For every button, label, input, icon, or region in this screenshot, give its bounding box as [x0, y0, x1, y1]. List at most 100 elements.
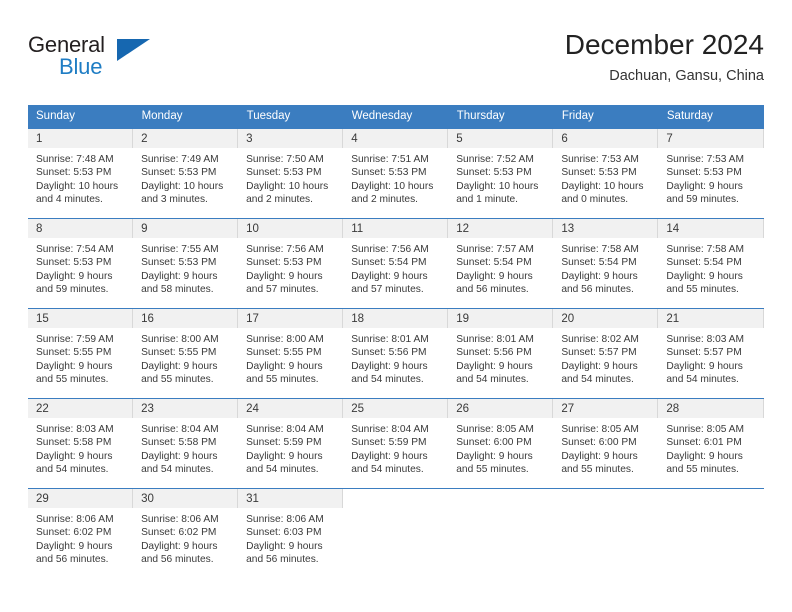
calendar-day-cell[interactable]: 4 Sunrise: 7:51 AM Sunset: 5:53 PM Daylight… — [343, 128, 449, 219]
day-number: 14 — [658, 219, 764, 238]
daylight-text: Daylight: 9 hours and 54 minutes. — [561, 360, 638, 386]
day-cell-content: 30 Sunrise: 8:06 AM Sunset: 6:02 PM Dayligh… — [133, 489, 239, 578]
day-cell-content: 1 Sunrise: 7:48 AM Sunset: 5:53 PM Daylight… — [28, 129, 134, 218]
calendar-day-cell[interactable]: 22 Sunrise: 8:03 AM Sunset: 5:58 PM Dayligh… — [28, 398, 134, 489]
sunset-text: Sunset: 5:57 PM — [666, 347, 742, 359]
day-number: 4 — [343, 129, 449, 148]
calendar-day-cell[interactable]: 25 Sunrise: 8:04 AM Sunset: 5:59 PM Dayligh… — [343, 398, 449, 489]
weekday-header-saturday: Saturday — [658, 105, 765, 129]
calendar-day-cell[interactable]: 17 Sunrise: 8:00 AM Sunset: 5:55 PM Dayligh… — [238, 308, 344, 399]
calendar-day-cell[interactable]: 21 Sunrise: 8:03 AM Sunset: 5:57 PM Dayligh… — [658, 308, 764, 399]
calendar-page: General Blue December 2024 Dachuan, Gans… — [0, 0, 792, 612]
calendar-day-cell[interactable]: 14 Sunrise: 7:58 AM Sunset: 5:54 PM Dayligh… — [658, 218, 764, 309]
day-sun-info: Sunrise: 8:03 AM Sunset: 5:58 PM Daylight:… — [28, 418, 133, 477]
day-number: 16 — [133, 309, 239, 328]
calendar-day-cell[interactable]: 7 Sunrise: 7:53 AM Sunset: 5:53 PM Daylight… — [658, 128, 764, 219]
day-cell-content: 20 Sunrise: 8:02 AM Sunset: 5:57 PM Dayligh… — [553, 309, 659, 398]
calendar-day-cell[interactable] — [553, 488, 659, 578]
calendar-day-cell[interactable] — [658, 488, 764, 578]
sunset-text: Sunset: 5:55 PM — [36, 347, 112, 359]
day-cell-content: 3 Sunrise: 7:50 AM Sunset: 5:53 PM Daylight… — [238, 129, 344, 218]
calendar-day-cell[interactable]: 29 Sunrise: 8:06 AM Sunset: 6:02 PM Dayligh… — [28, 488, 134, 578]
day-cell-content — [343, 489, 449, 578]
calendar-week-row: 8 Sunrise: 7:54 AM Sunset: 5:53 PM Daylight… — [28, 218, 764, 309]
calendar-day-cell[interactable]: 26 Sunrise: 8:05 AM Sunset: 6:00 PM Dayligh… — [448, 398, 554, 489]
calendar-day-cell[interactable]: 15 Sunrise: 7:59 AM Sunset: 5:55 PM Dayligh… — [28, 308, 134, 399]
day-cell-content: 25 Sunrise: 8:04 AM Sunset: 5:59 PM Dayligh… — [343, 399, 449, 488]
calendar-day-cell[interactable]: 8 Sunrise: 7:54 AM Sunset: 5:53 PM Daylight… — [28, 218, 134, 309]
day-sun-info: Sunrise: 8:06 AM Sunset: 6:03 PM Daylight:… — [238, 508, 343, 567]
sunset-text: Sunset: 5:53 PM — [351, 167, 427, 179]
sunset-text: Sunset: 5:54 PM — [666, 257, 742, 269]
calendar-day-cell[interactable]: 6 Sunrise: 7:53 AM Sunset: 5:53 PM Daylight… — [553, 128, 659, 219]
calendar-day-cell[interactable]: 18 Sunrise: 8:01 AM Sunset: 5:56 PM Dayligh… — [343, 308, 449, 399]
daylight-text: Daylight: 9 hours and 55 minutes. — [666, 450, 743, 476]
daylight-text: Daylight: 9 hours and 54 minutes. — [351, 450, 428, 476]
day-number: 22 — [28, 399, 134, 418]
day-sun-info: Sunrise: 8:00 AM Sunset: 5:55 PM Daylight:… — [133, 328, 238, 387]
sunrise-text: Sunrise: 7:50 AM — [246, 154, 324, 165]
day-cell-content: 23 Sunrise: 8:04 AM Sunset: 5:58 PM Dayligh… — [133, 399, 239, 488]
weekday-header-sunday: Sunday — [28, 105, 134, 129]
day-sun-info: Sunrise: 8:03 AM Sunset: 5:57 PM Daylight:… — [658, 328, 763, 387]
calendar-day-cell[interactable]: 2 Sunrise: 7:49 AM Sunset: 5:53 PM Daylight… — [133, 128, 239, 219]
day-cell-content: 2 Sunrise: 7:49 AM Sunset: 5:53 PM Daylight… — [133, 129, 239, 218]
day-number: 19 — [448, 309, 554, 328]
calendar-day-cell[interactable] — [343, 488, 449, 578]
calendar-day-cell[interactable]: 5 Sunrise: 7:52 AM Sunset: 5:53 PM Daylight… — [448, 128, 554, 219]
day-sun-info: Sunrise: 7:48 AM Sunset: 5:53 PM Daylight:… — [28, 148, 133, 207]
day-number: 26 — [448, 399, 554, 418]
calendar-day-cell[interactable]: 10 Sunrise: 7:56 AM Sunset: 5:53 PM Dayligh… — [238, 218, 344, 309]
daylight-text: Daylight: 9 hours and 57 minutes. — [351, 270, 428, 296]
day-cell-content: 14 Sunrise: 7:58 AM Sunset: 5:54 PM Dayligh… — [658, 219, 764, 308]
day-cell-content: 10 Sunrise: 7:56 AM Sunset: 5:53 PM Dayligh… — [238, 219, 344, 308]
sunrise-text: Sunrise: 8:06 AM — [36, 514, 114, 525]
sunrise-text: Sunrise: 7:53 AM — [561, 154, 639, 165]
sunset-text: Sunset: 5:53 PM — [561, 167, 637, 179]
sunset-text: Sunset: 5:53 PM — [246, 167, 322, 179]
calendar-day-cell[interactable]: 13 Sunrise: 7:58 AM Sunset: 5:54 PM Dayligh… — [553, 218, 659, 309]
calendar-day-cell[interactable]: 3 Sunrise: 7:50 AM Sunset: 5:53 PM Daylight… — [238, 128, 344, 219]
calendar-day-cell[interactable]: 27 Sunrise: 8:05 AM Sunset: 6:00 PM Dayligh… — [553, 398, 659, 489]
sunset-text: Sunset: 5:56 PM — [351, 347, 427, 359]
sunset-text: Sunset: 6:02 PM — [36, 527, 112, 539]
calendar-day-cell[interactable]: 19 Sunrise: 8:01 AM Sunset: 5:56 PM Dayligh… — [448, 308, 554, 399]
calendar-day-cell[interactable]: 9 Sunrise: 7:55 AM Sunset: 5:53 PM Daylight… — [133, 218, 239, 309]
day-sun-info: Sunrise: 8:01 AM Sunset: 5:56 PM Daylight:… — [448, 328, 553, 387]
day-sun-info: Sunrise: 8:06 AM Sunset: 6:02 PM Daylight:… — [133, 508, 238, 567]
calendar-day-cell[interactable]: 1 Sunrise: 7:48 AM Sunset: 5:53 PM Daylight… — [28, 128, 134, 219]
calendar-day-cell[interactable]: 12 Sunrise: 7:57 AM Sunset: 5:54 PM Dayligh… — [448, 218, 554, 309]
calendar-day-cell[interactable]: 11 Sunrise: 7:56 AM Sunset: 5:54 PM Dayligh… — [343, 218, 449, 309]
day-number: 18 — [343, 309, 449, 328]
day-cell-content: 9 Sunrise: 7:55 AM Sunset: 5:53 PM Daylight… — [133, 219, 239, 308]
calendar-day-cell[interactable]: 30 Sunrise: 8:06 AM Sunset: 6:02 PM Dayligh… — [133, 488, 239, 578]
sunset-text: Sunset: 5:53 PM — [456, 167, 532, 179]
day-number: 23 — [133, 399, 239, 418]
calendar-day-cell[interactable]: 31 Sunrise: 8:06 AM Sunset: 6:03 PM Dayligh… — [238, 488, 344, 578]
calendar-day-cell[interactable]: 28 Sunrise: 8:05 AM Sunset: 6:01 PM Dayligh… — [658, 398, 764, 489]
calendar-day-cell[interactable]: 23 Sunrise: 8:04 AM Sunset: 5:58 PM Dayligh… — [133, 398, 239, 489]
day-sun-info: Sunrise: 7:53 AM Sunset: 5:53 PM Daylight:… — [553, 148, 658, 207]
daylight-text: Daylight: 9 hours and 58 minutes. — [141, 270, 218, 296]
title-block: December 2024 Dachuan, Gansu, China — [565, 28, 764, 86]
day-cell-content: 29 Sunrise: 8:06 AM Sunset: 6:02 PM Dayligh… — [28, 489, 134, 578]
calendar-day-cell[interactable]: 20 Sunrise: 8:02 AM Sunset: 5:57 PM Dayligh… — [553, 308, 659, 399]
calendar-day-cell[interactable]: 24 Sunrise: 8:04 AM Sunset: 5:59 PM Dayligh… — [238, 398, 344, 489]
general-blue-logo[interactable]: General Blue — [28, 32, 158, 84]
daylight-text: Daylight: 10 hours and 4 minutes. — [36, 180, 119, 206]
daylight-text: Daylight: 10 hours and 2 minutes. — [351, 180, 434, 206]
sunrise-text: Sunrise: 8:06 AM — [141, 514, 219, 525]
day-number: 11 — [343, 219, 449, 238]
day-number: 28 — [658, 399, 764, 418]
sunrise-text: Sunrise: 8:05 AM — [561, 424, 639, 435]
page-subtitle: Dachuan, Gansu, China — [609, 68, 764, 84]
day-number: 21 — [658, 309, 764, 328]
calendar-day-cell[interactable]: 16 Sunrise: 8:00 AM Sunset: 5:55 PM Dayligh… — [133, 308, 239, 399]
daylight-text: Daylight: 9 hours and 55 minutes. — [246, 360, 323, 386]
sunrise-text: Sunrise: 7:53 AM — [666, 154, 744, 165]
calendar-table: Sunday Monday Tuesday Wednesday Thursday… — [28, 105, 765, 578]
sunset-text: Sunset: 5:59 PM — [351, 437, 427, 449]
day-number: 17 — [238, 309, 344, 328]
sunset-text: Sunset: 6:03 PM — [246, 527, 322, 539]
calendar-day-cell[interactable] — [448, 488, 554, 578]
